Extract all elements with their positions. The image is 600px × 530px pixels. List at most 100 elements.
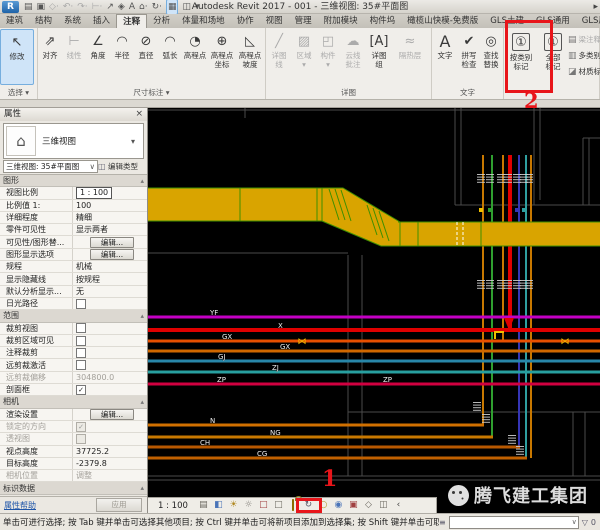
tab-附加模块[interactable]: 附加模块: [318, 14, 364, 28]
section-范围[interactable]: 范围▴: [0, 310, 148, 322]
checkbox[interactable]: [76, 299, 86, 309]
梁注释-button[interactable]: ▤梁注释: [568, 32, 600, 47]
日光路径-value[interactable]: [72, 298, 148, 309]
section-collapse-icon[interactable]: ▴: [140, 484, 148, 492]
edit-button[interactable]: 编辑...: [90, 237, 134, 248]
section-相机[interactable]: 相机▴: [0, 396, 148, 408]
edit-button[interactable]: 编辑...: [90, 249, 134, 260]
checkbox[interactable]: ✓: [76, 385, 86, 395]
规程-value[interactable]: 机械: [72, 261, 148, 272]
透视图-value[interactable]: [72, 433, 148, 444]
checkbox[interactable]: [76, 323, 86, 333]
expand-icon[interactable]: ‹: [391, 498, 406, 513]
图形显示选项-value[interactable]: 编辑...: [72, 249, 148, 260]
save-icon[interactable]: ▣: [37, 0, 46, 14]
可见性/图形替...-value[interactable]: 编辑...: [72, 236, 148, 247]
目标高度-value[interactable]: -2379.8: [72, 458, 148, 469]
tab-视图[interactable]: 视图: [260, 14, 289, 28]
对齐-button[interactable]: ⇗对齐: [38, 29, 62, 85]
高程点坐标-button[interactable]: ⊕高程点坐标: [208, 29, 236, 85]
材质标记-button[interactable]: ◪材质标记: [568, 64, 600, 79]
section-图形[interactable]: 图形▴: [0, 175, 148, 187]
section-collapse-icon[interactable]: ▴: [140, 177, 148, 185]
tab-注释[interactable]: 注释: [116, 14, 147, 28]
隔热层-button[interactable]: ≈隔热层: [392, 29, 428, 85]
剖面框-value[interactable]: ✓: [72, 384, 148, 395]
tab-分析[interactable]: 分析: [147, 14, 176, 28]
高程点-button[interactable]: ◔高程点: [182, 29, 208, 85]
checkbox[interactable]: [76, 348, 86, 358]
tab-体量和场地[interactable]: 体量和场地: [176, 14, 231, 28]
measure-icon[interactable]: ⊢·: [92, 0, 103, 14]
title-overflow-arrow[interactable]: ▸: [593, 0, 598, 14]
注释裁剪-value[interactable]: [72, 347, 148, 358]
视点高度-value[interactable]: 37725.2: [72, 446, 148, 457]
show-crop-icon[interactable]: □: [271, 498, 286, 513]
section-collapse-icon[interactable]: ▴: [140, 398, 148, 406]
undo-icon[interactable]: ↶·: [63, 0, 73, 14]
文字-button[interactable]: A文字: [432, 29, 458, 85]
修改-button[interactable]: ↖修改: [0, 29, 34, 85]
tab-GLS风[interactable]: GLS风: [576, 14, 600, 28]
详图组-button[interactable]: [A]详图组: [366, 29, 392, 85]
checkbox[interactable]: [76, 360, 86, 370]
checkbox[interactable]: [76, 336, 86, 346]
相机位置-value[interactable]: 调整: [72, 470, 148, 481]
revit-app-menu-button[interactable]: R: [2, 1, 19, 13]
tab-建筑[interactable]: 建筑: [0, 14, 29, 28]
temporary-hide-icon[interactable]: ◉: [331, 498, 346, 513]
drawing-area[interactable]: ⋈⋈YFXGXGXGJZJZPZPNNGCHCG: [148, 108, 600, 513]
aligned-dimension-icon[interactable]: ↗: [106, 0, 114, 14]
close-hidden-icon[interactable]: ◫: [182, 0, 191, 14]
lock-3d-view-icon[interactable]: [286, 498, 301, 513]
checkbox[interactable]: ✓: [76, 422, 86, 432]
panel-label[interactable]: 选择 ▾: [0, 87, 37, 99]
tab-系统[interactable]: 系统: [58, 14, 87, 28]
tag-icon[interactable]: ◈: [118, 0, 125, 14]
tab-管理[interactable]: 管理: [289, 14, 318, 28]
section-collapse-icon[interactable]: ▴: [140, 312, 148, 320]
全部标记-button[interactable]: ①全部标记: [538, 29, 568, 85]
角度-button[interactable]: ∠角度: [86, 29, 110, 85]
tab-插入[interactable]: 插入: [87, 14, 116, 28]
analysis-icon[interactable]: ◇: [361, 498, 376, 513]
tab-橄榄山快模-免费版[interactable]: 橄榄山快模-免费版: [401, 14, 484, 28]
弧长-button[interactable]: ◠弧长: [158, 29, 182, 85]
默认分析显示...-value[interactable]: 无: [72, 286, 148, 297]
restore-orientation-icon[interactable]: ↻: [301, 498, 316, 513]
tile-windows-icon[interactable]: ▦: [166, 0, 179, 15]
构件▾-button[interactable]: ◰构件▾: [316, 29, 340, 85]
比例值 1:-value[interactable]: 100: [72, 200, 148, 211]
filter-icon[interactable]: ▽: [582, 518, 588, 527]
裁剪区域可见-value[interactable]: [72, 335, 148, 346]
拼写检查-button[interactable]: ✔拼写检查: [458, 29, 480, 85]
tab-协作[interactable]: 协作: [231, 14, 260, 28]
close-icon[interactable]: ×: [135, 108, 143, 121]
checkbox[interactable]: [76, 434, 86, 444]
crop-view-icon[interactable]: □: [256, 498, 271, 513]
apply-button[interactable]: 应用: [96, 498, 142, 512]
远剪裁偏移-value[interactable]: 304800.0: [72, 372, 148, 383]
tab-结构[interactable]: 结构: [29, 14, 58, 28]
panel-label[interactable]: 文字: [432, 87, 503, 99]
详图线-button[interactable]: ╱详图线: [266, 29, 292, 85]
半径-button[interactable]: ◠半径: [110, 29, 134, 85]
type-selector[interactable]: ⌂ 三维视图 ▾: [3, 123, 144, 159]
section-标识数据[interactable]: 标识数据▴: [0, 482, 148, 494]
多类别-button[interactable]: ▥多类别: [568, 48, 600, 63]
云线批注-button[interactable]: ☁云线批注: [340, 29, 366, 85]
text-icon[interactable]: A: [129, 0, 135, 14]
详细程度-value[interactable]: 精细: [72, 212, 148, 223]
渲染设置-value[interactable]: 编辑...: [72, 409, 148, 420]
worksharing-icon[interactable]: ▤: [196, 498, 211, 513]
customize-icon[interactable]: ▾: [195, 0, 200, 14]
按类别标记-button[interactable]: ①按类别标记: [504, 29, 538, 85]
远剪裁激活-value[interactable]: [72, 359, 148, 370]
裁剪视图-value[interactable]: [72, 323, 148, 334]
worksets-icon[interactable]: ≡: [439, 518, 446, 527]
直径-button[interactable]: ⊘直径: [134, 29, 158, 85]
sun-path-icon[interactable]: ☀: [226, 498, 241, 513]
零件可见性-value[interactable]: 显示两者: [72, 224, 148, 235]
viewcube-icon[interactable]: ◫: [376, 498, 391, 513]
view-instance-dropdown[interactable]: 三维视图: 35#平面图∨: [3, 160, 98, 173]
